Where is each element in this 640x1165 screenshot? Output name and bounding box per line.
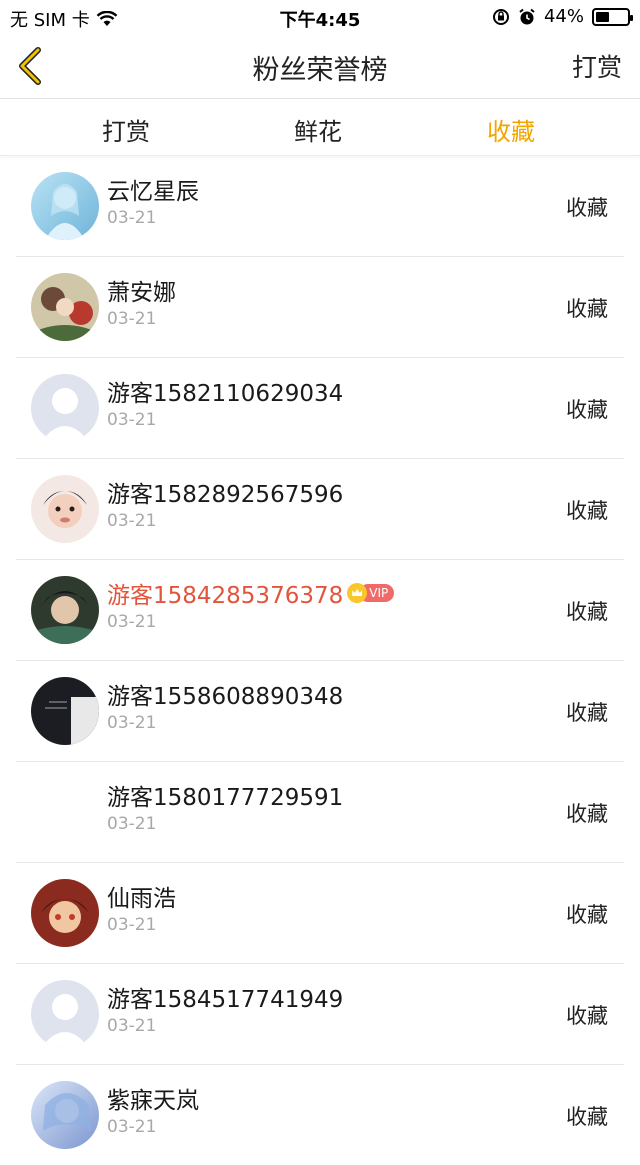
date-label: 03-21 [107, 713, 157, 733]
status-bar: 无 SIM 卡 下午4:45 44% [0, 0, 640, 34]
avatar [31, 879, 99, 947]
user-name: 游客1584285376378 [107, 583, 344, 609]
date-label: 03-21 [107, 612, 157, 632]
record-type: 收藏 [566, 802, 608, 826]
record-type: 收藏 [566, 600, 608, 624]
date-label: 03-21 [107, 208, 157, 228]
tab-reward[interactable]: 打赏 [66, 112, 186, 147]
record-type: 收藏 [566, 297, 608, 321]
list-item[interactable]: 游客1558608890348 03-21 收藏 [16, 661, 624, 762]
date-label: 03-21 [107, 1117, 157, 1137]
avatar [31, 172, 99, 240]
record-type: 收藏 [566, 398, 608, 422]
page-title: 粉丝荣誉榜 [252, 55, 388, 86]
list-item[interactable]: 萧安娜 03-21 收藏 [16, 257, 624, 358]
list-item[interactable]: 游客1584517741949 03-21 收藏 [16, 964, 624, 1065]
user-name-vip: 游客1584285376378 VIP [107, 576, 395, 610]
list-item[interactable]: 仙雨浩 03-21 收藏 [16, 863, 624, 964]
vip-badge: VIP [347, 583, 395, 603]
date-label: 03-21 [107, 309, 157, 329]
user-name: 云忆星辰 [107, 179, 199, 205]
tab-flowers[interactable]: 鲜花 [258, 112, 378, 147]
avatar [31, 576, 99, 644]
avatar [31, 778, 99, 846]
record-type: 收藏 [566, 1004, 608, 1028]
record-type: 收藏 [566, 196, 608, 220]
battery-icon [592, 7, 633, 26]
rotation-lock-icon [492, 8, 510, 26]
reward-button[interactable]: 打赏 [572, 48, 622, 84]
user-name: 紫寐天岚 [107, 1088, 199, 1114]
default-avatar-icon [31, 374, 99, 442]
user-name: 游客1584517741949 [107, 987, 344, 1013]
list-item[interactable]: 游客1580177729591 03-21 收藏 [16, 762, 624, 863]
avatar [31, 677, 99, 745]
tab-favorites[interactable]: 收藏 [451, 112, 571, 147]
list-item[interactable]: 紫寐天岚 03-21 收藏 [16, 1065, 624, 1165]
date-label: 03-21 [107, 1016, 157, 1036]
default-avatar-icon [31, 980, 99, 1048]
date-label: 03-21 [107, 915, 157, 935]
battery-percent: 44% [543, 6, 584, 27]
avatar [31, 475, 99, 543]
date-label: 03-21 [107, 511, 157, 531]
avatar [31, 1081, 99, 1149]
user-name: 萧安娜 [107, 280, 176, 306]
navigation-bar: 粉丝荣誉榜 打赏 [0, 34, 640, 99]
list-item[interactable]: 游客1584285376378 VIP 03-21 收藏 [16, 560, 624, 661]
record-type: 收藏 [566, 1105, 608, 1129]
record-type: 收藏 [566, 903, 608, 927]
list-item[interactable]: 游客1582892567596 03-21 收藏 [16, 459, 624, 560]
avatar [31, 374, 99, 442]
user-name: 游客1582892567596 [107, 482, 344, 508]
user-name: 仙雨浩 [107, 886, 176, 912]
tab-bar: 打赏 鲜花 收藏 [0, 99, 640, 156]
date-label: 03-21 [107, 410, 157, 430]
battery-fill [596, 11, 609, 22]
status-right: 44% [492, 6, 633, 27]
fan-list: 云忆星辰 03-21 收藏 萧安娜 03-21 收藏 游客15821106290… [0, 156, 640, 1165]
date-label: 03-21 [107, 814, 157, 834]
list-item[interactable]: 云忆星辰 03-21 收藏 [16, 156, 624, 257]
record-type: 收藏 [566, 701, 608, 725]
list-item[interactable]: 游客1582110629034 03-21 收藏 [16, 358, 624, 459]
user-name: 游客1582110629034 [107, 381, 344, 407]
alarm-icon [518, 8, 536, 26]
avatar [31, 273, 99, 341]
user-name: 游客1558608890348 [107, 684, 344, 710]
avatar [31, 980, 99, 1048]
user-name: 游客1580177729591 [107, 785, 344, 811]
record-type: 收藏 [566, 499, 608, 523]
